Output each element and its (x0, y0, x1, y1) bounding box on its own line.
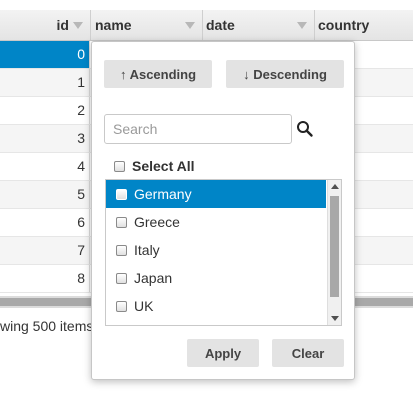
filter-icon[interactable] (73, 22, 83, 29)
id-cell[interactable]: 8 (0, 265, 90, 292)
item-checkbox[interactable] (116, 272, 127, 284)
list-item[interactable]: Greece (106, 208, 326, 236)
list-item-partial[interactable] (106, 320, 326, 325)
scroll-up-arrow-icon[interactable] (331, 184, 339, 189)
item-checkbox[interactable] (116, 216, 127, 228)
filter-icon[interactable] (185, 22, 195, 29)
search-input[interactable] (104, 114, 292, 144)
list-item-label: UK (134, 298, 154, 314)
select-all-checkbox[interactable] (114, 160, 125, 172)
id-cell[interactable]: 2 (0, 97, 90, 124)
list-item-label: Greece (134, 214, 180, 230)
id-cell[interactable]: 5 (0, 181, 90, 208)
status-text: wing 500 items (0, 318, 94, 334)
id-cell[interactable]: 3 (0, 125, 90, 152)
column-header-date[interactable]: date (203, 10, 315, 40)
grid-header: id name date country (0, 10, 413, 41)
sort-ascending-button[interactable]: ↑ Ascending (104, 60, 212, 88)
select-all-label: Select All (132, 158, 195, 174)
clear-button[interactable]: Clear (272, 339, 344, 367)
list-item[interactable]: Italy (106, 236, 326, 264)
column-header-name[interactable]: name (91, 10, 203, 40)
scrollbar-thumb[interactable] (330, 196, 339, 297)
column-filter-popup: ↑ Ascending ↓ Descending Select All Germ… (91, 41, 355, 380)
list-item[interactable]: Japan (106, 264, 326, 292)
column-header-country[interactable]: country (315, 10, 413, 40)
column-header-label: name (95, 17, 132, 33)
list-item[interactable]: UK (106, 292, 326, 320)
column-header-label: date (206, 17, 235, 33)
scroll-down-arrow-icon[interactable] (331, 316, 339, 321)
filter-icon[interactable] (297, 22, 307, 29)
id-cell[interactable]: 0 (0, 41, 90, 68)
search-icon[interactable] (296, 120, 314, 138)
list-item-label: Japan (134, 270, 173, 286)
item-checkbox[interactable] (116, 244, 127, 256)
id-cell[interactable]: 1 (0, 69, 90, 96)
list-item-label: Germany (134, 186, 192, 202)
select-all-option[interactable]: Select All (114, 156, 195, 176)
column-header-label: country (318, 17, 370, 33)
list-scrollbar[interactable] (327, 180, 341, 325)
list-item-label: Italy (134, 242, 160, 258)
apply-button[interactable]: Apply (187, 339, 259, 367)
list-item[interactable]: Germany (106, 180, 326, 208)
column-header-label: id (56, 17, 69, 33)
id-cell[interactable]: 6 (0, 209, 90, 236)
sort-descending-button[interactable]: ↓ Descending (226, 60, 344, 88)
filter-value-list: Germany Greece Italy Japan UK (105, 179, 342, 326)
column-header-id[interactable]: id (0, 10, 91, 40)
id-cell[interactable]: 4 (0, 153, 90, 180)
item-checkbox[interactable] (116, 300, 127, 312)
id-cell[interactable]: 7 (0, 237, 90, 264)
item-checkbox[interactable] (116, 188, 127, 200)
